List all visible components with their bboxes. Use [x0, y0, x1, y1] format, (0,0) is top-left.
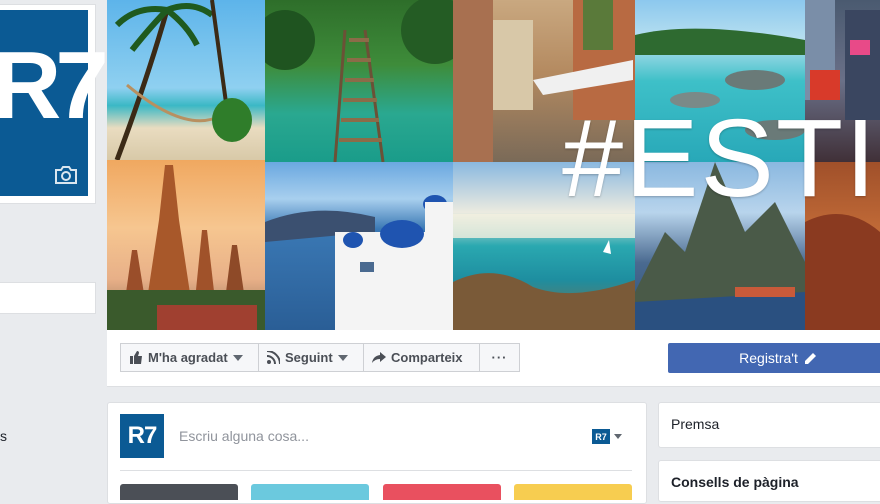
chevron-down-icon	[232, 354, 243, 361]
composer-action-teal[interactable]	[251, 484, 369, 500]
temple-tile	[107, 160, 265, 330]
more-options-button[interactable]: ···	[479, 343, 520, 372]
left-nav-fragment: s	[0, 428, 7, 444]
share-arrow-icon	[372, 351, 386, 363]
register-label: Registra't	[739, 350, 798, 366]
post-as-avatar[interactable]: R7	[592, 429, 610, 444]
cover-photo[interactable]: #ESTIU	[107, 0, 880, 330]
like-label: M'ha agradat	[148, 350, 228, 365]
composer-divider	[120, 470, 632, 471]
chevron-down-icon[interactable]	[614, 434, 622, 439]
profile-logo-text: R7	[0, 32, 109, 139]
composer-avatar: R7	[120, 414, 164, 458]
like-button[interactable]: M'ha agradat	[120, 343, 259, 372]
rss-icon	[267, 351, 280, 364]
composer-input[interactable]: Escriu alguna cosa...	[179, 428, 309, 444]
more-dots-icon: ···	[491, 350, 508, 365]
chevron-down-icon	[337, 354, 348, 361]
page-tips-title: Consells de pàgina	[671, 474, 799, 490]
register-button[interactable]: Registra't	[668, 343, 880, 373]
santorini-tile	[265, 162, 453, 330]
composer-action-dark[interactable]	[120, 484, 238, 500]
composer-action-red[interactable]	[383, 484, 501, 500]
cover-hashtag-text: #ESTIU	[562, 97, 880, 220]
left-nav-box[interactable]	[0, 282, 96, 314]
camera-icon[interactable]	[54, 166, 78, 184]
pencil-icon	[804, 352, 816, 364]
composer-action-yellow[interactable]	[514, 484, 632, 500]
follow-label: Seguint	[285, 350, 333, 365]
share-label: Comparteix	[391, 350, 463, 365]
premsa-label: Premsa	[671, 416, 720, 432]
share-button[interactable]: Comparteix	[363, 343, 480, 372]
thumbs-up-icon	[130, 351, 142, 364]
jungle-bridge-tile	[265, 0, 453, 162]
follow-button[interactable]: Seguint	[258, 343, 364, 372]
beach-tile	[107, 0, 265, 160]
